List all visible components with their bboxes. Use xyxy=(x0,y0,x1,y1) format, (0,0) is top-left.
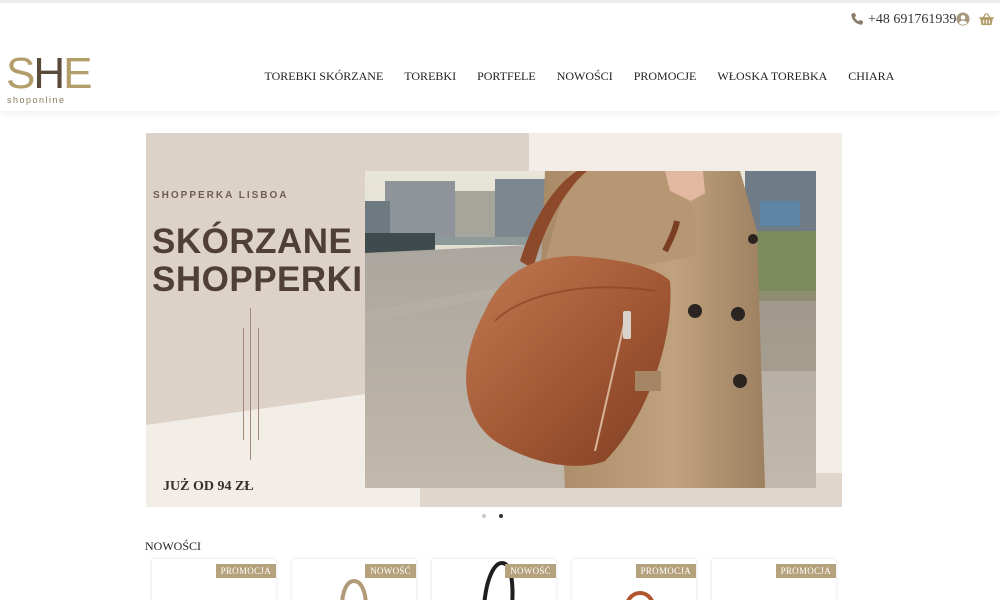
promo-badge: PROMOCJA xyxy=(215,564,276,578)
promo-badge: PROMOCJA xyxy=(775,564,836,578)
product-card[interactable]: NOWOŚĆ xyxy=(432,559,556,600)
section-title-nowosci: NOWOŚCI xyxy=(145,539,201,553)
hero-price: JUŻ OD 94 ZŁ xyxy=(163,479,254,494)
hero-title-line-1: SKÓRZANE xyxy=(152,222,353,261)
logo-letter-s: S xyxy=(6,49,35,98)
nav-item-portfele[interactable]: PORTFELE xyxy=(477,69,536,84)
phone-icon[interactable] xyxy=(850,12,864,26)
logo-letter-e: E xyxy=(63,49,92,98)
logo[interactable]: SHE shoponline xyxy=(6,49,93,109)
nav-item-promocje[interactable]: PROMOCJE xyxy=(634,69,697,84)
new-badge: NOWOŚĆ xyxy=(365,564,416,578)
hero-banner[interactable]: SHOPPERKA LISBOA SKÓRZANE SHOPPERKI JUŻ … xyxy=(146,133,842,507)
top-bar: +48 691761939 xyxy=(0,0,1000,41)
hero-eyebrow: SHOPPERKA LISBOA xyxy=(153,190,289,201)
product-card[interactable]: PROMOCJA xyxy=(712,559,836,600)
user-icon[interactable] xyxy=(956,12,970,26)
product-card[interactable]: PROMOCJA xyxy=(572,559,696,600)
product-card[interactable]: PROMOCJA xyxy=(152,559,276,600)
product-card[interactable]: NOWOŚĆ xyxy=(292,559,416,600)
nav-item-torebki[interactable]: TOREBKI xyxy=(404,69,456,84)
main-navigation: TOREBKI SKÓRZANE TOREBKI PORTFELE NOWOŚC… xyxy=(254,69,905,84)
nav-item-nowosci[interactable]: NOWOŚCI xyxy=(557,69,613,84)
nav-item-wloska-torebka[interactable]: WŁOSKA TOREBKA xyxy=(717,69,827,84)
decorative-line xyxy=(258,328,259,440)
basket-icon[interactable] xyxy=(979,12,994,26)
decorative-line xyxy=(250,308,251,460)
main-header: SHE shoponline TOREBKI SKÓRZANE TOREBKI … xyxy=(0,41,1000,111)
hero-title: SKÓRZANE SHOPPERKI xyxy=(152,223,363,299)
nav-item-chiara[interactable]: CHIARA xyxy=(848,69,894,84)
logo-letter-h: H xyxy=(33,49,65,98)
decorative-line xyxy=(243,328,244,440)
slider-dot-1[interactable] xyxy=(482,514,486,518)
hero-photo xyxy=(365,171,816,488)
slider-dot-2[interactable] xyxy=(499,514,503,518)
hero-title-line-2: SHOPPERKI xyxy=(152,260,363,299)
logo-tagline: shoponline xyxy=(7,95,66,105)
phone-number[interactable]: +48 691761939 xyxy=(868,12,956,28)
nav-item-torebki-skorzane[interactable]: TOREBKI SKÓRZANE xyxy=(265,69,384,84)
promo-badge: PROMOCJA xyxy=(635,564,696,578)
new-badge: NOWOŚĆ xyxy=(505,564,556,578)
